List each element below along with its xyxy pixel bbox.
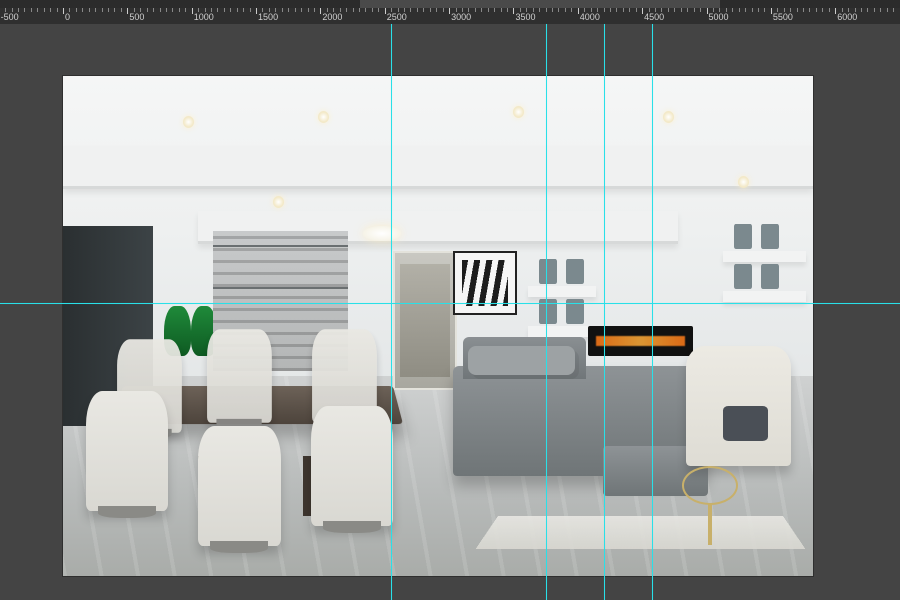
canvas-area[interactable] xyxy=(0,24,900,600)
ruler-label: 3000 xyxy=(451,12,471,22)
ruler-label: 3500 xyxy=(515,12,535,22)
dining-chair xyxy=(311,406,394,526)
ruler-label: 0 xyxy=(65,12,70,22)
ruler-label: 1000 xyxy=(194,12,214,22)
document-image[interactable] xyxy=(63,76,813,576)
active-file-tab[interactable] xyxy=(360,0,720,8)
pendant-light xyxy=(363,226,401,241)
floating-shelf xyxy=(528,286,596,297)
file-tab-strip xyxy=(0,0,900,8)
ruler-label: 2500 xyxy=(387,12,407,22)
ruler-label: 4500 xyxy=(644,12,664,22)
ruler-label: 5500 xyxy=(773,12,793,22)
round-side-table xyxy=(682,466,739,505)
ruler-label: 4000 xyxy=(580,12,600,22)
dining-chair xyxy=(207,329,271,423)
ruler-label: 500 xyxy=(129,12,144,22)
wall-art xyxy=(453,251,517,315)
fireplace xyxy=(588,326,693,356)
ruler-label: 2000 xyxy=(322,12,342,22)
floating-shelf xyxy=(723,291,806,302)
doorway xyxy=(393,251,457,390)
interior-photo xyxy=(63,76,813,576)
ruler-label: 6000 xyxy=(837,12,857,22)
horizontal-ruler[interactable]: -500 0 500 1000 1500 2000 2500 3000 3500 4000 4500… xyxy=(0,8,900,25)
floating-shelf xyxy=(723,251,806,262)
dining-chair xyxy=(86,391,169,511)
dining-chair xyxy=(198,426,281,546)
floating-shelf xyxy=(528,326,596,337)
ruler-label: 5000 xyxy=(709,12,729,22)
ruler-label: 1500 xyxy=(258,12,278,22)
ruler-label: -500 xyxy=(1,12,19,22)
